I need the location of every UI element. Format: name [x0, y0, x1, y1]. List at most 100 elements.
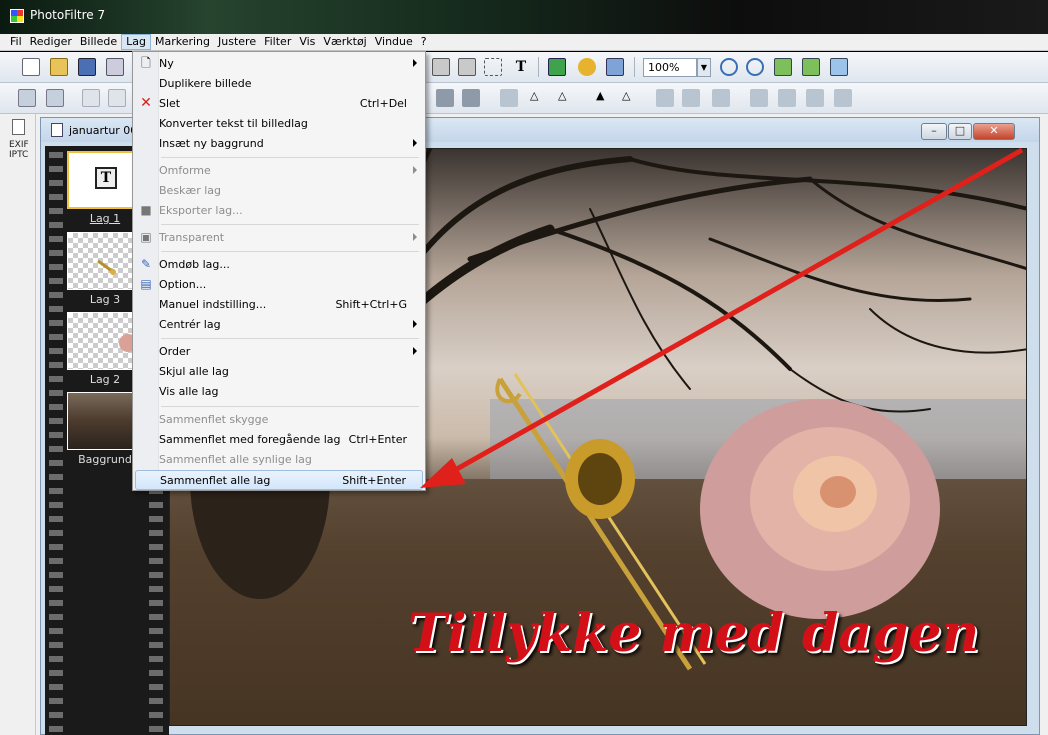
menu-separator [161, 251, 419, 252]
paste-icon[interactable] [834, 89, 852, 107]
flip-h-icon[interactable] [656, 89, 674, 107]
menu-item-vis-alle-lag[interactable]: Vis alle lag [135, 382, 423, 402]
zoom-in-icon[interactable] [720, 58, 738, 76]
title-bar: PhotoFiltre 7 [0, 0, 1048, 34]
menu-vindue[interactable]: Vindue [371, 34, 417, 50]
frame-icon[interactable] [500, 89, 518, 107]
greeting-caption: Tillykke med dagen [408, 603, 980, 664]
canvas-size-icon[interactable] [778, 89, 796, 107]
menu-billede[interactable]: Billede [76, 34, 121, 50]
menu-item-beskaer-lag[interactable]: Beskær lag [135, 181, 423, 201]
menu-item-konverter-tekst[interactable]: Konverter tekst til billedlag [135, 114, 423, 134]
menu-lag[interactable]: Lag [121, 34, 151, 50]
image-size-icon[interactable] [750, 89, 768, 107]
menu-item-sammenflet-med-foregaaende[interactable]: Sammenflet med foregående lag Ctrl+Enter [135, 430, 423, 450]
menu-item-transparent[interactable]: ▣ Transparent [135, 228, 423, 248]
exif-label: EXIF [9, 140, 29, 150]
menu-item-eksporter-lag[interactable]: ■ Eksporter lag... [135, 201, 423, 221]
menu-vis[interactable]: Vis [295, 34, 319, 50]
menu-item-sammenflet-alle-lag[interactable]: Sammenflet alle lag Shift+Enter [135, 470, 423, 490]
text-layer-icon: T [95, 167, 117, 189]
menu-filter[interactable]: Filter [260, 34, 295, 50]
menu-item-sammenflet-alle-synlige[interactable]: Sammenflet alle synlige lag [135, 450, 423, 470]
tool-a-icon[interactable] [432, 58, 450, 76]
brightness-icon[interactable] [82, 89, 100, 107]
zoom-input[interactable]: 100% [643, 58, 697, 77]
submenu-arrow-icon [413, 347, 417, 355]
window-tool-icon[interactable] [606, 58, 624, 76]
sharpen-icon[interactable]: ▲ [596, 89, 614, 107]
drop-icon[interactable]: △ [530, 89, 548, 107]
document-icon[interactable] [12, 119, 25, 135]
actual-size-icon[interactable] [802, 58, 820, 76]
menu-item-omdob-lag[interactable]: ✎ Omdøb lag... [135, 255, 423, 275]
transparent-icon: ▣ [140, 230, 152, 244]
menu-item-insaet-ny-baggrund[interactable]: Insæt ny baggrund [135, 134, 423, 154]
menu-separator [161, 338, 419, 339]
photofiltre-app-icon [10, 9, 24, 23]
auto-contrast-icon[interactable] [46, 89, 64, 107]
toolbar-separator [538, 57, 539, 77]
save-disk-icon: ■ [140, 203, 152, 217]
new-file-icon[interactable] [22, 58, 40, 76]
menu-item-option[interactable]: ▤ Option... [135, 275, 423, 295]
full-screen-icon[interactable] [830, 58, 848, 76]
exif-iptc-label[interactable]: EXIF IPTC [9, 140, 29, 160]
rename-icon: ✎ [140, 257, 152, 271]
tool-b-icon[interactable] [458, 58, 476, 76]
menu-item-skjul-alle-lag[interactable]: Skjul alle lag [135, 362, 423, 382]
menu-item-sammenflet-skygge[interactable]: Sammenflet skygge [135, 410, 423, 430]
blur-icon[interactable]: △ [622, 89, 640, 107]
menu-item-order[interactable]: Order [135, 342, 423, 362]
mosaic-filter-icon[interactable] [462, 89, 480, 107]
contrast-icon[interactable] [108, 89, 126, 107]
film-strip-left [49, 146, 63, 735]
menu-justere[interactable]: Justere [214, 34, 260, 50]
copy-icon[interactable] [806, 89, 824, 107]
menu-markering[interactable]: Markering [151, 34, 214, 50]
image-file-icon [51, 123, 63, 137]
print-icon[interactable] [106, 58, 124, 76]
menu-rediger[interactable]: Rediger [26, 34, 76, 50]
layer-tool-icon[interactable] [548, 58, 566, 76]
close-button[interactable]: ✕ [973, 123, 1015, 140]
menu-separator [161, 157, 419, 158]
minimize-button[interactable]: – [921, 123, 947, 140]
save-disk-icon[interactable] [78, 58, 96, 76]
menu-item-slet[interactable]: ✕ Slet Ctrl+Del [135, 94, 423, 114]
flip-v-icon[interactable] [682, 89, 700, 107]
menu-fil[interactable]: Fil [6, 34, 26, 50]
menu-item-ny[interactable]: 🗋 Ny [135, 54, 423, 74]
zoom-out-icon[interactable] [746, 58, 764, 76]
menu-separator [161, 224, 419, 225]
menu-separator [161, 406, 419, 407]
rotate-icon[interactable] [712, 89, 730, 107]
effects-icon[interactable] [578, 58, 596, 76]
auto-level-icon[interactable] [18, 89, 36, 107]
submenu-arrow-icon [413, 233, 417, 241]
new-page-icon: 🗋 [141, 56, 151, 70]
zoom-dropdown-arrow-icon[interactable]: ▼ [697, 58, 711, 77]
menu-vaerktoj[interactable]: Værktøj [319, 34, 370, 50]
maximize-button[interactable]: □ [948, 123, 972, 140]
submenu-arrow-icon [413, 166, 417, 174]
menu-help[interactable]: ? [417, 34, 431, 50]
menu-item-centrer-lag[interactable]: Centrér lag [135, 315, 423, 335]
fit-image-icon[interactable] [774, 58, 792, 76]
toolbar-separator [634, 57, 635, 77]
menu-item-omforme[interactable]: Omforme [135, 161, 423, 181]
rose-graphic [700, 399, 940, 619]
menu-item-manuel-indstilling[interactable]: Manuel indstilling... Shift+Ctrl+G [135, 295, 423, 315]
submenu-arrow-icon [413, 59, 417, 67]
grid-filter-icon[interactable] [436, 89, 454, 107]
submenu-arrow-icon [413, 320, 417, 328]
window-title: PhotoFiltre 7 [30, 8, 106, 22]
iptc-label: IPTC [9, 150, 29, 160]
text-tool-icon[interactable]: T [512, 58, 530, 76]
open-folder-icon[interactable] [50, 58, 68, 76]
drop-outline-icon[interactable]: △ [558, 89, 576, 107]
submenu-arrow-icon [413, 139, 417, 147]
selection-icon[interactable] [484, 58, 502, 76]
menu-item-duplikere-billede[interactable]: Duplikere billede [135, 74, 423, 94]
menu-bar: Fil Rediger Billede Lag Markering Juster… [0, 34, 1048, 51]
